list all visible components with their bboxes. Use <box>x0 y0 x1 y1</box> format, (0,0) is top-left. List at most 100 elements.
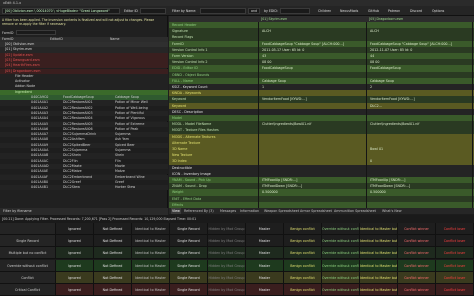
legend-cell: Conflict loser <box>436 271 474 284</box>
legend-cell: Identical to Master but conflict winner <box>360 235 398 248</box>
legend-cell: Override without conflict <box>322 223 360 236</box>
legend-cell: Conflict loser <box>436 259 474 272</box>
legend-cell: Conflict loser <box>436 223 474 236</box>
legend-cell: Single Record <box>170 247 208 260</box>
tab-ammunition-spreadsheet[interactable]: Ammunition Spreadsheet <box>333 208 377 214</box>
tab-referenced-by-3[interactable]: Referenced By (3) <box>183 208 215 214</box>
legend-cell: Not Defined <box>94 271 132 284</box>
navigation-panel: A filter has been applied. The inversion… <box>0 16 168 215</box>
filter-name-input[interactable] <box>200 8 246 14</box>
filter-by-filename-button[interactable]: Filter by filename <box>0 208 168 215</box>
legend-cell: Single Record <box>170 283 208 296</box>
children-button[interactable]: Children <box>318 8 331 14</box>
record-rows: Record Header Signature ALCH ALCH Record Fla… <box>169 22 474 208</box>
legend-cell: Single Record <box>170 235 208 248</box>
legend-cell: Ignored <box>56 283 94 296</box>
legend-cell: Ignored <box>56 271 94 284</box>
tab-view[interactable]: View <box>171 208 181 214</box>
legend-cell: Hidden by Mod Group <box>208 235 246 248</box>
legend-row-label: Multiple but no conflict <box>0 247 56 260</box>
legend-cell: Identical to Master <box>132 271 170 284</box>
legend-cell: Benign conflict <box>284 235 322 248</box>
legend-cell: Ignored <box>56 247 94 260</box>
legend-cell: Not Defined <box>94 247 132 260</box>
legend-cell: Identical to Master but conflict winner <box>360 223 398 236</box>
legend-cell: Hidden by Mod Group <box>208 259 246 272</box>
tab-weapon-spreadsheet[interactable]: Weapon Spreadsheet <box>263 208 300 214</box>
legend-cell: Hidden by Mod Group <box>208 247 246 260</box>
legend-cell: Master <box>246 283 284 296</box>
legend-row-label: Single Record <box>0 235 56 248</box>
legend-cell: Override without conflict <box>322 271 360 284</box>
legend-cell: Benign conflict <box>284 283 322 296</box>
legend-cell: Identical to Master <box>132 283 170 296</box>
filter-and-select[interactable]: and <box>248 8 260 14</box>
legend-cell: Ignored <box>56 223 94 236</box>
legend-cell: Identical to Master but conflict winner <box>360 271 398 284</box>
legend-cell: Conflict winner <box>398 223 436 236</box>
toolbar: [00] Oblivion.esm \ 00014070 \ <HugeBlad… <box>0 6 474 16</box>
legend-cell: Master <box>246 223 284 236</box>
legend-cell: Master <box>246 271 284 284</box>
legend-cell: Hidden by Mod Group <box>208 271 246 284</box>
legend-cell: Hidden by Mod Group <box>208 283 246 296</box>
legend-cell: Conflict loser <box>436 283 474 296</box>
github-button[interactable]: GitHub <box>368 8 379 14</box>
legend-cell: Conflict winner <box>398 283 436 296</box>
tab-information[interactable]: Information <box>239 208 260 214</box>
legend-cell: Identical to Master <box>132 247 170 260</box>
legend-cell: Not Defined <box>94 259 132 272</box>
tab-messages[interactable]: Messages <box>219 208 237 214</box>
legend-cell: Benign conflict <box>284 247 322 260</box>
legend-cell: Identical to Master <box>132 235 170 248</box>
legend-cell: Identical to Master <box>132 223 170 236</box>
discord-button[interactable]: Discord <box>410 8 422 14</box>
tab-armor-spreadsheet[interactable]: Armor Spreadsheet <box>299 208 333 214</box>
legend-cell: Not Defined <box>94 223 132 236</box>
legend-cell: Override without conflict <box>322 259 360 272</box>
tab-what-s-new[interactable]: What's New <box>381 208 403 214</box>
legend-cell: Ignored <box>56 235 94 248</box>
record-view-panel: [01] Skyrim.esm [05] Dragonborn.esm Reco… <box>169 16 474 215</box>
legend-cell: Benign conflict <box>284 271 322 284</box>
legend-cell: Ignored <box>56 259 94 272</box>
record-row[interactable]: 0401A4B1 DLC2Stew Horker Stew <box>0 185 168 191</box>
messages-panel: [00:21] Done: Applying Filter. Processed… <box>0 215 474 296</box>
formid-label: FormID <box>2 31 14 35</box>
legend-cell: Conflict winner <box>398 271 436 284</box>
legend-cell: Benign conflict <box>284 259 322 272</box>
legend-row-label: Conflict <box>0 271 56 284</box>
record-name: Horker Stew <box>115 185 136 190</box>
filter-notice: A filter has been applied. The inversion… <box>2 18 155 26</box>
legend-cell: Hidden by Mod Group <box>208 223 246 236</box>
legend-cell: Not Defined <box>94 283 132 296</box>
legend-cell: Master <box>246 259 284 272</box>
view-tabs: View Referenced By (3) Messages Information… <box>169 208 474 214</box>
filter-edid-input[interactable] <box>280 8 310 14</box>
legend-cell: Master <box>246 247 284 260</box>
legend-cell: Identical to Master but conflict winner <box>360 247 398 260</box>
options-button[interactable]: Options <box>432 8 444 14</box>
record-editorid: DLC2Stew <box>63 185 80 190</box>
legend-cell: Single Record <box>170 271 208 284</box>
legend-row-label: Override without conflict <box>0 259 56 272</box>
nexusmods-button[interactable]: NexusMods <box>340 8 358 14</box>
legend-cell: Single Record <box>170 223 208 236</box>
legend-cell: Conflict winner <box>398 259 436 272</box>
legend-cell: Conflict winner <box>398 235 436 248</box>
filter-edid-label: by EDID: <box>264 9 278 13</box>
patreon-button[interactable]: Patreon <box>388 8 400 14</box>
legend-cell: Identical to Master but conflict winner <box>360 259 398 272</box>
editor-id-field[interactable] <box>140 8 166 14</box>
record-formid: 0401A4B1 <box>31 185 49 190</box>
formid-input[interactable] <box>16 30 56 35</box>
filter-name-label: Filter by Name: <box>172 9 197 13</box>
legend-cell: Benign conflict <box>284 223 322 236</box>
legend-cell: Override without conflict <box>322 247 360 260</box>
nav-tree: [00] Oblivion.esm [01] Skyrim.esm [02] Upd… <box>0 42 168 208</box>
legend-grid: Ignored Not Defined Identical to Master Sin… <box>0 223 474 296</box>
legend-cell: Identical to Master but conflict winner <box>360 283 398 296</box>
record-path-field[interactable]: [00] Oblivion.esm \ 00014070 \ <HugeBlad… <box>2 8 120 14</box>
status-text: [00:21] Done: Applying Filter. Processed… <box>2 217 197 221</box>
legend-cell: Override without conflict <box>322 283 360 296</box>
